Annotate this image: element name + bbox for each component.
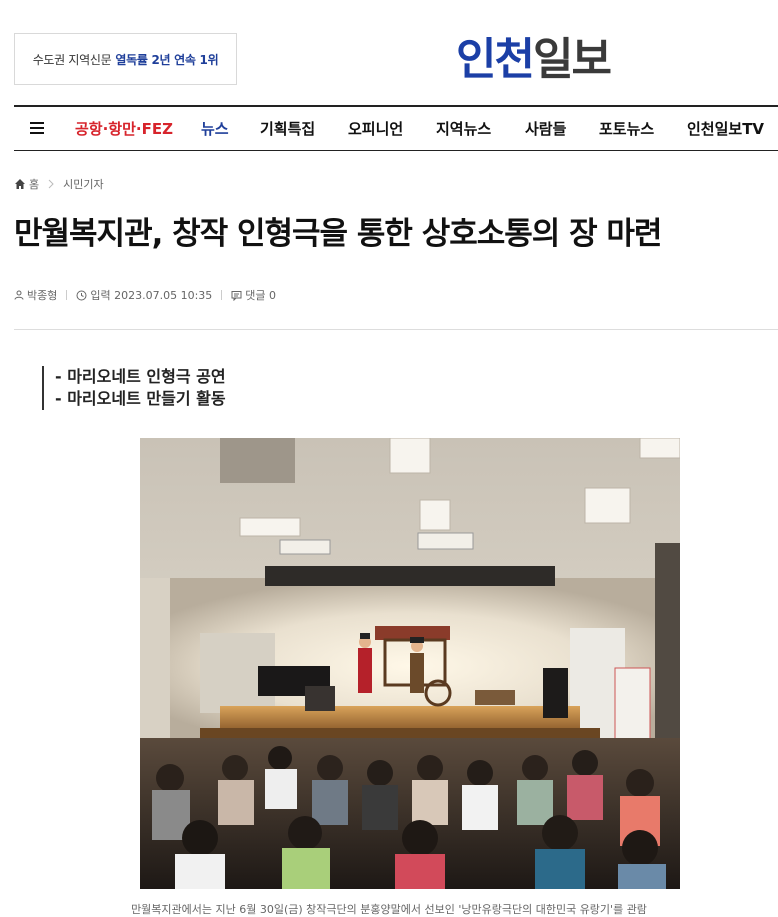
divider: [14, 329, 778, 330]
nav-item-photo-news[interactable]: 포토뉴스: [599, 107, 654, 151]
author-info: 박종형: [14, 287, 57, 303]
subhead-2: - 마리오네트 만들기 활동: [55, 389, 226, 408]
promo-banner[interactable]: 수도권 지역신문 열독률 2년 연속 1위: [14, 33, 237, 85]
nav-item-features[interactable]: 기획특집: [260, 107, 315, 151]
hamburger-menu-icon[interactable]: [30, 119, 44, 137]
breadcrumb-home[interactable]: 홈: [29, 176, 39, 192]
person-icon: [14, 290, 24, 300]
chevron-right-icon: [48, 179, 54, 189]
comment-icon: [231, 290, 242, 301]
logo-part1: 인천: [456, 34, 535, 85]
promo-highlight: 열독률 2년 연속 1위: [115, 52, 219, 67]
main-nav: 공항·항만·FEZ 뉴스 기획특집 오피니언 지역뉴스 사람들 포토뉴스 인천일…: [14, 105, 778, 151]
logo-part2: 일보: [532, 34, 612, 85]
comments-count[interactable]: 댓글 0: [245, 287, 276, 303]
author-name[interactable]: 박종형: [27, 287, 57, 303]
publish-date-label: 입력 2023.07.05 10:35: [90, 289, 213, 302]
home-icon: [15, 179, 25, 189]
nav-item-news[interactable]: 뉴스: [201, 107, 229, 151]
site-logo[interactable]: 인천일보: [456, 32, 656, 88]
nav-item-local-news[interactable]: 지역뉴스: [436, 107, 491, 151]
nav-item-incheon-tv[interactable]: 인천일보TV: [687, 107, 764, 151]
clock-icon: [76, 290, 87, 300]
puppet-show-photo: [140, 438, 680, 889]
comments-link[interactable]: 댓글 0: [231, 287, 276, 303]
breadcrumb: 홈 시민기자: [14, 176, 104, 192]
article-subheads: - 마리오네트 인형극 공연 - 마리오네트 만들기 활동: [42, 366, 226, 410]
site-header: 수도권 지역신문 열독률 2년 연속 1위 인천일보: [0, 0, 778, 100]
photo-caption: 만월복지관에서는 지난 6월 30일(금) 창작극단의 분홍양말에서 선보인 '…: [131, 903, 647, 916]
publish-date: 입력 2023.07.05 10:35: [76, 287, 212, 303]
breadcrumb-section[interactable]: 시민기자: [63, 176, 103, 192]
nav-item-opinion[interactable]: 오피니언: [348, 107, 403, 151]
promo-prefix: 수도권 지역신문: [32, 52, 112, 67]
article-meta: 박종형 입력 2023.07.05 10:35 댓글 0: [14, 287, 276, 303]
article-photo: [140, 438, 680, 889]
article-title: 만월복지관, 창작 인형극을 통한 상호소통의 장 마련: [14, 216, 662, 252]
subhead-1: - 마리오네트 인형극 공연: [55, 367, 226, 386]
nav-item-airport-port-fez[interactable]: 공항·항만·FEZ: [75, 107, 173, 151]
nav-item-people[interactable]: 사람들: [525, 107, 566, 151]
